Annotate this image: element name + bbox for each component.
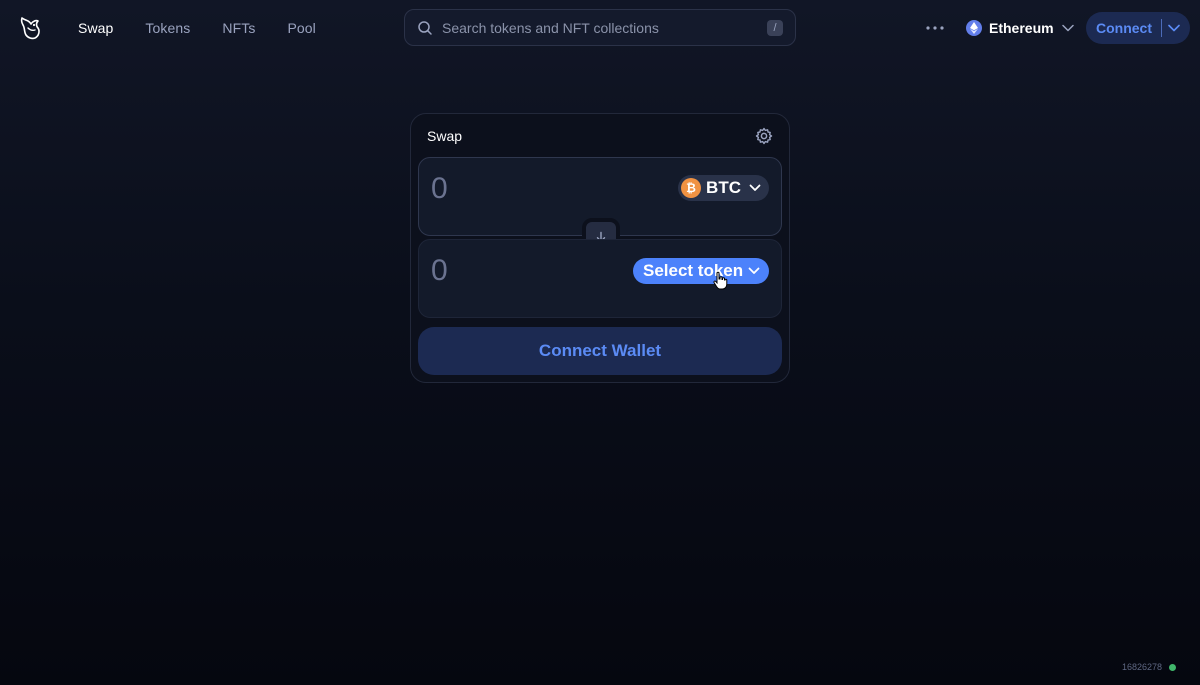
- slash-shortcut-badge: /: [767, 19, 783, 36]
- search-bar[interactable]: /: [404, 9, 796, 46]
- connect-label: Connect: [1096, 20, 1152, 36]
- network-status-dot: [1169, 663, 1176, 671]
- connect-wallet-label: Connect Wallet: [538, 341, 662, 360]
- network-label: Ethereum: [989, 20, 1054, 36]
- bitcoin-icon: ₿: [681, 178, 702, 198]
- nav-pool[interactable]: Pool: [271, 12, 331, 44]
- chevron-down-icon: [1061, 24, 1074, 32]
- hand-pointer-cursor-icon: [712, 271, 728, 291]
- block-number-indicator: 16826278: [1122, 662, 1176, 672]
- swap-title: Swap: [427, 128, 463, 144]
- chevron-down-icon: [748, 267, 760, 275]
- select-token-label: Select token: [643, 261, 744, 280]
- input-token-selector[interactable]: ₿ BTC: [678, 175, 769, 201]
- connect-wallet-button[interactable]: Connect Wallet: [418, 327, 782, 375]
- input-amount-field[interactable]: [431, 172, 631, 206]
- search-icon: [417, 20, 433, 36]
- search-input[interactable]: [442, 19, 767, 36]
- connect-divider: [1161, 19, 1162, 37]
- network-selector[interactable]: Ethereum: [960, 12, 1080, 44]
- settings-gear-icon[interactable]: [755, 127, 773, 145]
- select-token-button[interactable]: Select token: [633, 258, 769, 284]
- swap-card: Swap ₿ BTC Select: [410, 113, 790, 383]
- top-navbar: Swap Tokens NFTs Pool / Ethereum: [0, 0, 1200, 56]
- chevron-down-icon[interactable]: [1168, 24, 1180, 32]
- output-amount-field[interactable]: [431, 254, 631, 288]
- chevron-down-icon: [749, 184, 761, 192]
- nav-swap[interactable]: Swap: [62, 12, 129, 44]
- ethereum-icon: [966, 20, 982, 36]
- connect-button[interactable]: Connect: [1086, 12, 1190, 44]
- nav-nfts[interactable]: NFTs: [206, 12, 271, 44]
- nav-tokens[interactable]: Tokens: [129, 12, 206, 44]
- input-token-label: BTC: [706, 178, 741, 197]
- main-nav: Swap Tokens NFTs Pool: [62, 0, 332, 56]
- swap-header: Swap: [411, 114, 789, 158]
- uniswap-logo-icon[interactable]: [16, 14, 44, 42]
- more-options-icon[interactable]: [922, 16, 948, 40]
- block-number: 16826278: [1121, 662, 1162, 672]
